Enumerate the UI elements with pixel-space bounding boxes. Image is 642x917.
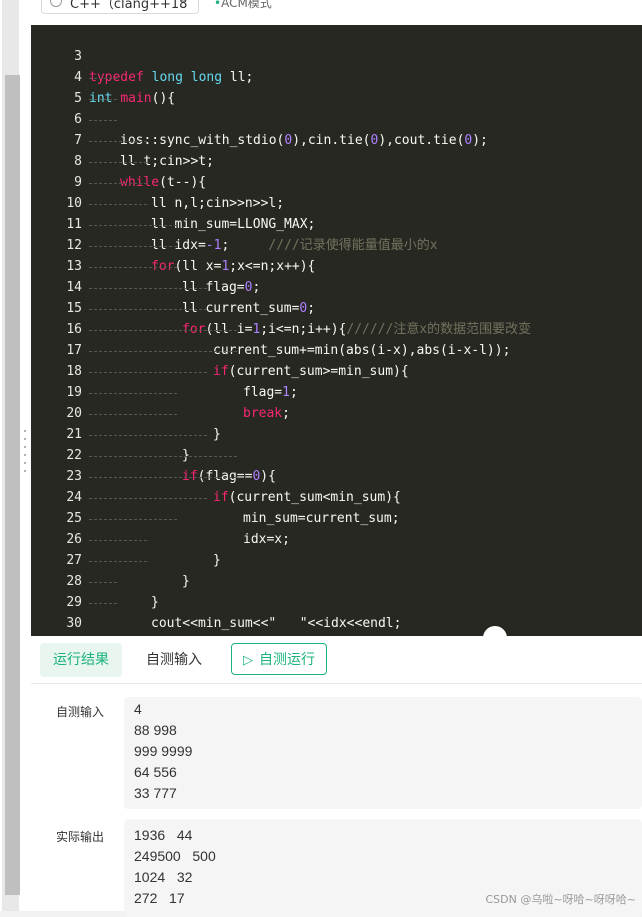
code-editor[interactable]: 3 typedef long long ll; 4 int main(){ 5 …: [31, 25, 642, 636]
editor-toolbar: C++（clang++18 ⌄ •ACM模式: [31, 0, 642, 25]
code-line: 15 current_sum+=min(abs(i-x),abs(i-x-l))…: [31, 277, 642, 358]
language-radio-icon: [50, 0, 62, 7]
left-rail: [0, 0, 31, 911]
input-line: 4: [134, 701, 142, 717]
output-line: 249500 500: [134, 848, 216, 864]
language-label: C++（clang++18: [70, 0, 188, 12]
code-line: 5 ios::sync_with_stdio(0),cin.tie(0),cou…: [31, 67, 642, 148]
code-line: 8 ll n,l;cin>>n>>l;: [31, 130, 642, 211]
input-line: 88 998: [134, 722, 177, 738]
code-line: 26 }: [31, 508, 642, 589]
code-line: 24 idx=x;: [31, 466, 642, 547]
input-line: 33 777: [134, 785, 177, 801]
result-panel: 运行结果 自测输入 ▷ 自测运行 自测输入 4 88 998 999 9999 6…: [31, 636, 642, 917]
code-line: 16 if(current_sum>=min_sum){: [31, 298, 642, 379]
scrollbar-thumb[interactable]: [5, 75, 20, 895]
code-line: 23 min_sum=current_sum;: [31, 445, 642, 526]
code-line: 4 int main(){: [31, 46, 642, 106]
language-select[interactable]: C++（clang++18 ⌄: [41, 0, 199, 14]
custom-run-label: 自测运行: [259, 652, 315, 668]
scrollbar-track[interactable]: [2, 0, 20, 911]
watermark: CSDN @乌啦~呀哈~呀呀哈~: [485, 893, 636, 906]
input-line: 64 556: [134, 764, 177, 780]
mode-label: ACM模式: [221, 0, 272, 10]
output-line: 1024 32: [134, 869, 193, 885]
code-line: 20 }: [31, 382, 642, 463]
code-line: 17 flag=1;: [31, 319, 642, 400]
code-line: 14 for(ll i=1;i<=n;i++){//////注意x的数据范围要改…: [31, 256, 642, 337]
output-line: 1936 44: [134, 827, 193, 843]
code-line: 22 if(current_sum<min_sum){: [31, 424, 642, 505]
code-line: 3 typedef long long ll;: [31, 25, 642, 85]
code-line: 18 break;: [31, 340, 642, 421]
code-line: 29 }: [31, 571, 642, 610]
input-label: 自测输入: [56, 705, 105, 719]
code-line: 13 ll current_sum=0;: [31, 235, 642, 316]
code-line: 10 ll idx=-1; ////记录使得能量值最小的x: [31, 172, 642, 253]
code-line: 12 ll flag=0;: [31, 214, 642, 295]
code-line: 7 while(t--){: [31, 109, 642, 190]
code-line: 31 }: [31, 613, 642, 634]
resize-grip-icon[interactable]: [24, 430, 27, 480]
input-line: 999 9999: [134, 743, 193, 759]
code-line: 6 ll t;cin>>t;: [31, 88, 642, 169]
tab-custom-input[interactable]: 自测输入: [134, 643, 214, 677]
play-icon: ▷: [243, 653, 253, 668]
mode-indicator: •ACM模式: [214, 0, 272, 11]
code-line: 28 cout<<min_sum<<" "<<idx<<endl;: [31, 550, 642, 631]
input-box[interactable]: 4 88 998 999 9999 64 556 33 777: [124, 697, 642, 809]
code-line: 25 }: [31, 487, 642, 568]
chevron-down-icon: ⌄: [179, 0, 188, 5]
code-line: 19 }: [31, 361, 642, 442]
code-line: 30 return 0;: [31, 592, 642, 631]
output-label: 实际输出: [56, 830, 105, 844]
code-line: 27 }: [31, 529, 642, 610]
tab-run-result[interactable]: 运行结果: [40, 643, 122, 677]
code-line: 11 for(ll x=1;x<=n;x++){: [31, 193, 642, 274]
code-line: 9 ll min_sum=LLONG_MAX;: [31, 151, 642, 232]
code-line: 21 if(flag==0){: [31, 403, 642, 484]
custom-run-button[interactable]: ▷ 自测运行: [231, 643, 327, 675]
result-tabbar: 运行结果 自测输入 ▷ 自测运行: [31, 636, 642, 684]
